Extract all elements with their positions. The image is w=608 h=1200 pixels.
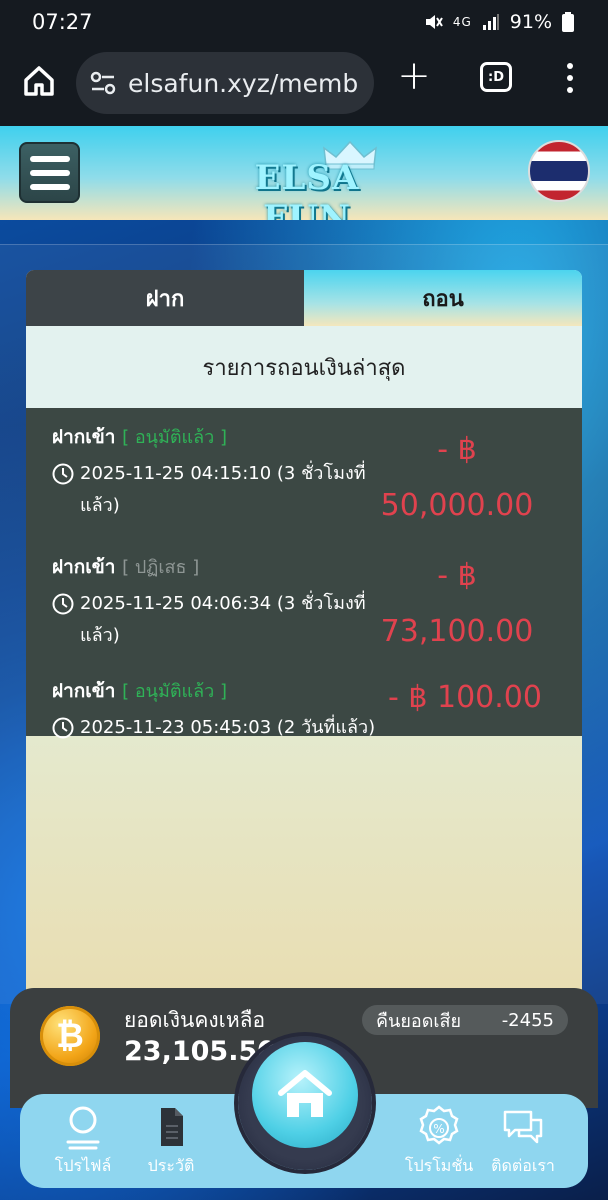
site-logo[interactable]: ELSA FUN <box>222 140 392 238</box>
bitcoin-coin-icon: ₿ <box>40 1006 100 1066</box>
nav-promotion[interactable]: % โปรโมชั่น <box>394 1104 484 1179</box>
document-icon <box>161 1108 183 1146</box>
nav-history-label: ประวัติ <box>147 1156 195 1175</box>
tx-type: ฝากเข้า <box>52 680 116 702</box>
list-item: ฝากเข้า [ อนุมัติแล้ว ] 2025-11-23 05:45… <box>26 662 582 739</box>
tx-time: 2025-11-25 04:06:34 (3 ชั่วโมงที่แล้ว) <box>80 593 366 646</box>
tx-type: ฝากเข้า <box>52 426 116 448</box>
cashback-badge[interactable]: คืนยอดเสีย -2455 <box>362 1005 568 1035</box>
status-icons: 4G 91% <box>423 11 574 33</box>
list-item: ฝากเข้า [ อนุมัติแล้ว ] 2025-11-25 04:15… <box>26 408 582 538</box>
site-header: ELSA FUN <box>0 126 608 238</box>
network-type: 4G <box>452 15 472 29</box>
tx-amount: - ฿ 100.00 <box>388 680 542 715</box>
svg-text:%: % <box>433 1122 444 1136</box>
nav-history[interactable]: ประวัติ <box>126 1104 216 1179</box>
tab-deposit[interactable]: ฝาก <box>26 270 304 326</box>
thai-flag-icon[interactable] <box>528 140 590 202</box>
chat-icon <box>503 1110 543 1144</box>
profile-icon <box>66 1106 100 1150</box>
mute-icon <box>425 15 443 29</box>
home-button[interactable] <box>252 1042 358 1148</box>
transaction-card: ฝาก ถอน รายการถอนเงินล่าสุด ฝากเข้า [ อน… <box>26 270 582 1010</box>
nav-promotion-label: โปรโมชั่น <box>404 1156 474 1175</box>
tx-time: 2025-11-23 05:45:03 (2 วันที่แล้ว) <box>80 717 376 738</box>
signal-icon <box>482 14 499 30</box>
clock-icon <box>52 463 74 485</box>
nav-contact-label: ติดต่อเรา <box>491 1156 555 1175</box>
balance-label: ยอดเงินคงเหลือ <box>124 1008 266 1032</box>
status-badge: [ ปฏิเสธ ] <box>122 557 200 578</box>
tab-switcher-button[interactable]: :D <box>480 62 512 92</box>
list-item: ฝากเข้า [ ปฏิเสธ ] 2025-11-25 04:06:34 (… <box>26 538 582 662</box>
promotion-icon: % <box>419 1105 459 1145</box>
nav-profile[interactable]: โปรไฟล์ <box>38 1104 128 1179</box>
address-bar[interactable]: elsafun.xyz/memb <box>76 52 374 114</box>
browser-menu-icon[interactable] <box>560 60 580 96</box>
url-text: elsafun.xyz/memb <box>128 68 359 98</box>
status-badge: [ อนุมัติแล้ว ] <box>122 681 227 702</box>
cashback-value: -2455 <box>501 1009 554 1031</box>
nav-profile-label: โปรไฟล์ <box>54 1156 112 1175</box>
clock-icon <box>52 593 74 615</box>
status-badge: [ อนุมัติแล้ว ] <box>122 427 227 448</box>
menu-icon[interactable] <box>19 142 80 203</box>
tx-type: ฝากเข้า <box>52 556 116 578</box>
battery-percent: 91% <box>509 11 552 33</box>
section-title: รายการถอนเงินล่าสุด <box>26 326 582 408</box>
battery-icon <box>562 12 574 32</box>
home-icon[interactable] <box>22 64 56 98</box>
nav-contact[interactable]: ติดต่อเรา <box>478 1104 568 1179</box>
site-settings-icon[interactable] <box>90 70 116 96</box>
tx-amount: - ฿ 50,000.00 <box>380 432 534 523</box>
cashback-label: คืนยอดเสีย <box>376 1010 462 1032</box>
clock-icon <box>52 717 74 739</box>
tab-bar: ฝาก ถอน <box>26 270 582 326</box>
new-tab-button[interactable]: + <box>396 56 432 96</box>
home-icon <box>278 1070 332 1117</box>
clock-time: 07:27 <box>32 10 93 34</box>
transaction-list: ฝากเข้า [ อนุมัติแล้ว ] 2025-11-25 04:15… <box>26 408 582 739</box>
browser-toolbar: elsafun.xyz/memb + :D <box>0 44 608 126</box>
tab-withdraw[interactable]: ถอน <box>304 270 582 326</box>
tx-time: 2025-11-25 04:15:10 (3 ชั่วโมงที่แล้ว) <box>80 463 366 516</box>
status-bar: 07:27 4G 91% <box>0 0 608 44</box>
tx-amount: - ฿ 73,100.00 <box>380 558 534 649</box>
